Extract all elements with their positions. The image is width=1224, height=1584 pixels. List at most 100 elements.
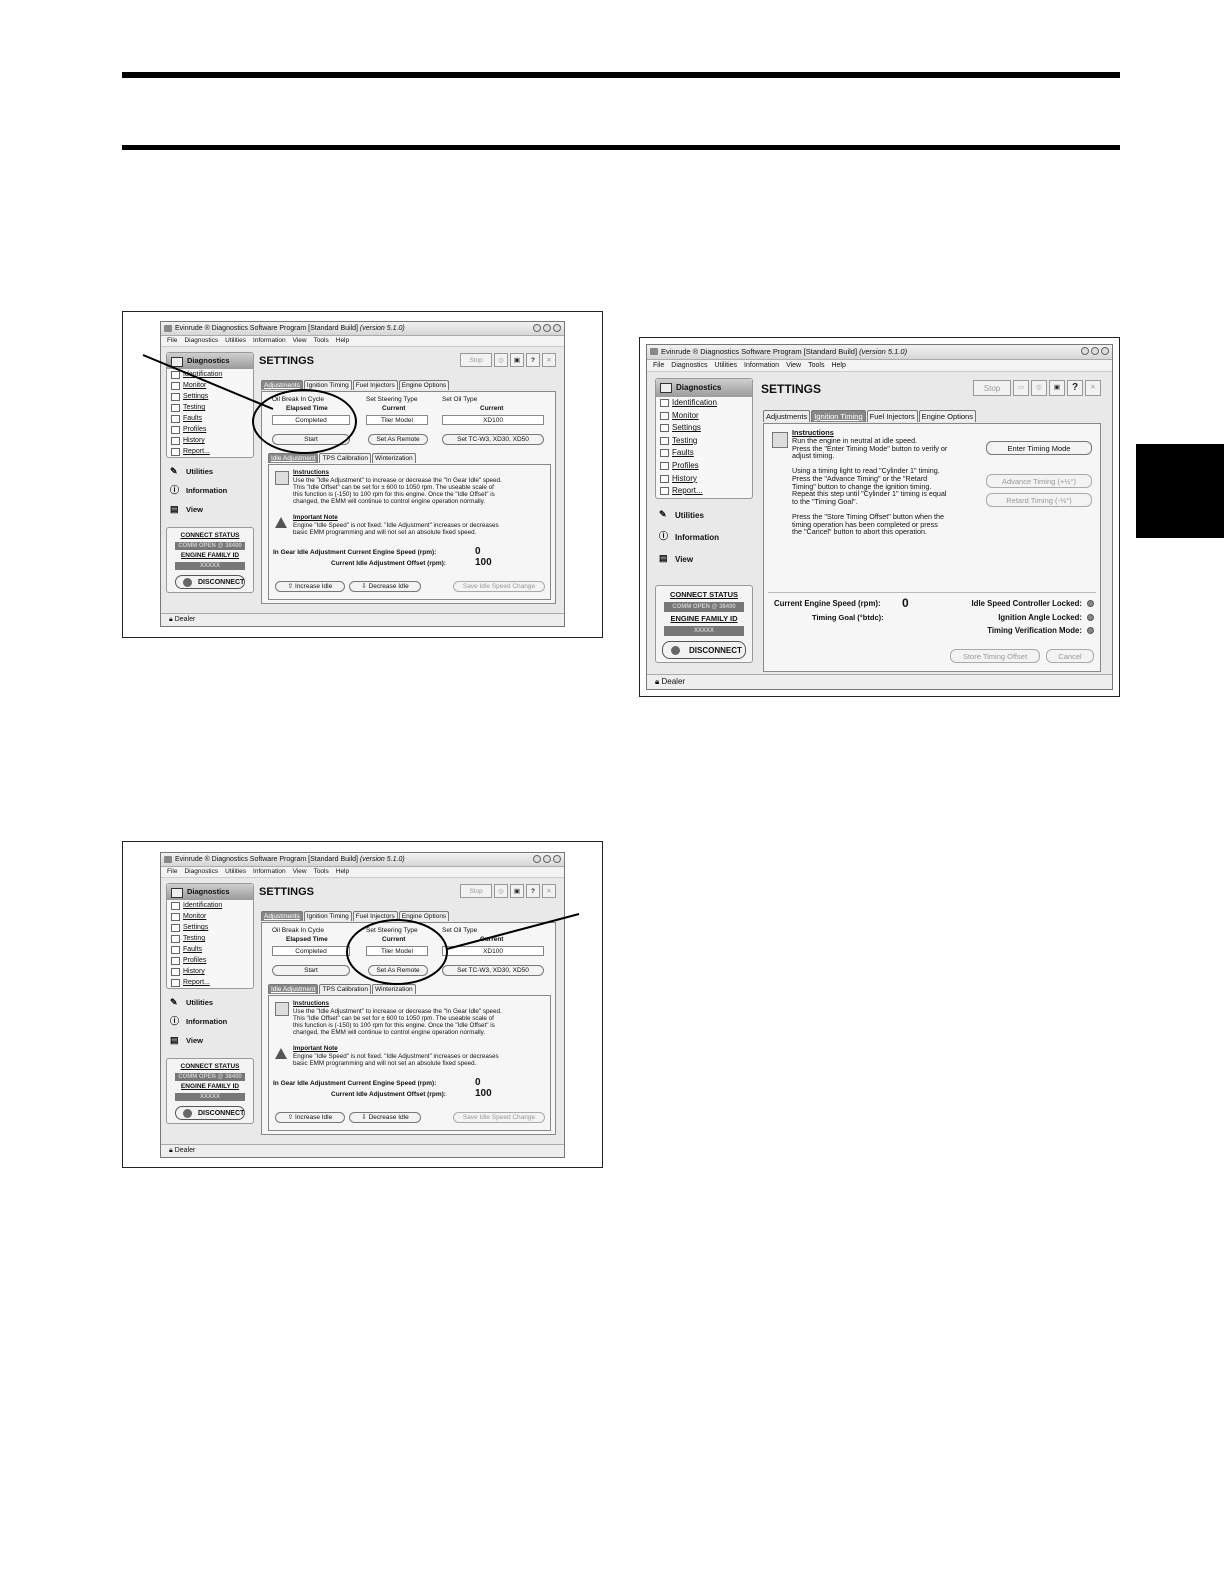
sidebar-item-report[interactable]: Report...: [167, 977, 253, 988]
view-link[interactable]: ▤ View: [655, 549, 753, 571]
tab-engine-options[interactable]: Engine Options: [398, 380, 450, 390]
menu-tools[interactable]: Tools: [808, 362, 824, 369]
information-link[interactable]: ⓘ Information: [166, 481, 254, 500]
exit-icon[interactable]: ✕: [542, 353, 556, 367]
enter-timing-mode-button[interactable]: Enter Timing Mode: [986, 441, 1092, 455]
menu-view[interactable]: View: [293, 337, 307, 344]
menu-information[interactable]: Information: [253, 337, 286, 344]
sidebar-item-settings[interactable]: Settings: [656, 422, 752, 435]
subtab-tps-calibration[interactable]: TPS Calibration: [319, 453, 371, 463]
menu-tools[interactable]: Tools: [314, 868, 329, 875]
sidebar-item-report[interactable]: Report...: [167, 446, 253, 457]
menu-view[interactable]: View: [786, 362, 801, 369]
utilities-link[interactable]: ✎ Utilities: [655, 505, 753, 527]
menu-help[interactable]: Help: [336, 868, 349, 875]
increase-idle-button[interactable]: ⇧ Increase Idle: [275, 1112, 345, 1123]
set-as-remote-button[interactable]: Set As Remote: [368, 434, 428, 445]
information-link[interactable]: ⓘ Information: [655, 527, 753, 549]
minimize-icon[interactable]: [1081, 347, 1089, 355]
diagnostics-header[interactable]: Diagnostics: [167, 353, 253, 369]
save-icon[interactable]: ▣: [1049, 380, 1065, 396]
start-button[interactable]: Start: [272, 965, 350, 976]
help-button[interactable]: ?: [526, 884, 540, 898]
refresh-icon[interactable]: ◎: [494, 353, 508, 367]
menu-file[interactable]: File: [653, 362, 664, 369]
close-icon[interactable]: [553, 855, 561, 863]
save-icon[interactable]: ▣: [510, 353, 524, 367]
diagnostics-header[interactable]: Diagnostics: [167, 884, 253, 900]
sidebar-item-history[interactable]: History: [656, 473, 752, 486]
stop-button[interactable]: Stop: [460, 884, 492, 898]
stop-button[interactable]: Stop: [460, 353, 492, 367]
sidebar-item-monitor[interactable]: Monitor: [167, 380, 253, 391]
help-button[interactable]: ?: [526, 353, 540, 367]
subtab-winterization[interactable]: Winterization: [371, 984, 416, 994]
maximize-icon[interactable]: [543, 855, 551, 863]
utilities-link[interactable]: ✎ Utilities: [166, 462, 254, 481]
subtab-tps-calibration[interactable]: TPS Calibration: [319, 984, 371, 994]
menu-utilities[interactable]: Utilities: [714, 362, 737, 369]
tab-fuel-injectors[interactable]: Fuel Injectors: [866, 410, 918, 422]
sidebar-item-profiles[interactable]: Profiles: [656, 460, 752, 473]
view-link[interactable]: ▤ View: [166, 1031, 254, 1050]
menu-utilities[interactable]: Utilities: [225, 868, 246, 875]
subtab-winterization[interactable]: Winterization: [371, 453, 416, 463]
record-icon[interactable]: ▭: [1013, 380, 1029, 396]
minimize-icon[interactable]: [533, 855, 541, 863]
sidebar-item-monitor[interactable]: Monitor: [167, 911, 253, 922]
tab-adjustments[interactable]: Adjustments: [261, 911, 303, 921]
disconnect-button[interactable]: DISCONNECT: [662, 640, 746, 659]
save-idle-button[interactable]: Save Idle Speed Change: [453, 581, 545, 592]
menu-information[interactable]: Information: [744, 362, 779, 369]
menu-diagnostics[interactable]: Diagnostics: [184, 868, 218, 875]
retard-timing-button[interactable]: Retard Timing (-½°): [986, 493, 1092, 507]
tab-ignition-timing[interactable]: Ignition Timing: [811, 410, 866, 422]
sidebar-item-profiles[interactable]: Profiles: [167, 424, 253, 435]
save-idle-button[interactable]: Save Idle Speed Change: [453, 1112, 545, 1123]
sidebar-item-testing[interactable]: Testing: [167, 933, 253, 944]
sidebar-item-history[interactable]: History: [167, 435, 253, 446]
menu-file[interactable]: File: [167, 868, 177, 875]
menu-file[interactable]: File: [167, 337, 177, 344]
sidebar-item-faults[interactable]: Faults: [167, 413, 253, 424]
sidebar-item-identification[interactable]: Identification: [167, 900, 253, 911]
sidebar-item-profiles[interactable]: Profiles: [167, 955, 253, 966]
menu-help[interactable]: Help: [831, 362, 845, 369]
tab-engine-options[interactable]: Engine Options: [918, 410, 976, 422]
cancel-button[interactable]: Cancel: [1046, 649, 1094, 663]
increase-idle-button[interactable]: ⇧ Increase Idle: [275, 581, 345, 592]
close-icon[interactable]: [1101, 347, 1109, 355]
sidebar-item-identification[interactable]: Identification: [656, 397, 752, 410]
menu-diagnostics[interactable]: Diagnostics: [671, 362, 707, 369]
menu-diagnostics[interactable]: Diagnostics: [184, 337, 218, 344]
sidebar-item-testing[interactable]: Testing: [656, 435, 752, 448]
tab-ignition-timing[interactable]: Ignition Timing: [303, 911, 352, 921]
menu-view[interactable]: View: [293, 868, 307, 875]
sidebar-item-history[interactable]: History: [167, 966, 253, 977]
subtab-idle-adjustment[interactable]: Idle Adjustment: [268, 984, 319, 994]
subtab-idle-adjustment[interactable]: Idle Adjustment: [268, 453, 319, 463]
sidebar-item-identification[interactable]: Identification: [167, 369, 253, 380]
exit-icon[interactable]: ✕: [542, 884, 556, 898]
decrease-idle-button[interactable]: ⇩ Decrease Idle: [349, 581, 421, 592]
diagnostics-header[interactable]: Diagnostics: [656, 379, 752, 397]
maximize-icon[interactable]: [543, 324, 551, 332]
disconnect-button[interactable]: DISCONNECT: [175, 575, 245, 589]
menu-information[interactable]: Information: [253, 868, 286, 875]
sidebar-item-report[interactable]: Report...: [656, 485, 752, 498]
sidebar-item-monitor[interactable]: Monitor: [656, 410, 752, 423]
tab-adjustments[interactable]: Adjustments: [763, 410, 811, 422]
sidebar-item-faults[interactable]: Faults: [167, 944, 253, 955]
exit-icon[interactable]: ✕: [1085, 380, 1101, 396]
sidebar-item-testing[interactable]: Testing: [167, 402, 253, 413]
menu-help[interactable]: Help: [336, 337, 349, 344]
information-link[interactable]: ⓘ Information: [166, 1012, 254, 1031]
minimize-icon[interactable]: [533, 324, 541, 332]
refresh-icon[interactable]: ◎: [494, 884, 508, 898]
save-icon[interactable]: ▣: [510, 884, 524, 898]
menu-utilities[interactable]: Utilities: [225, 337, 246, 344]
menu-tools[interactable]: Tools: [314, 337, 329, 344]
set-oil-type-button[interactable]: Set TC-W3, XD30, XD50: [442, 434, 544, 445]
decrease-idle-button[interactable]: ⇩ Decrease Idle: [349, 1112, 421, 1123]
set-oil-type-button[interactable]: Set TC-W3, XD30, XD50: [442, 965, 544, 976]
